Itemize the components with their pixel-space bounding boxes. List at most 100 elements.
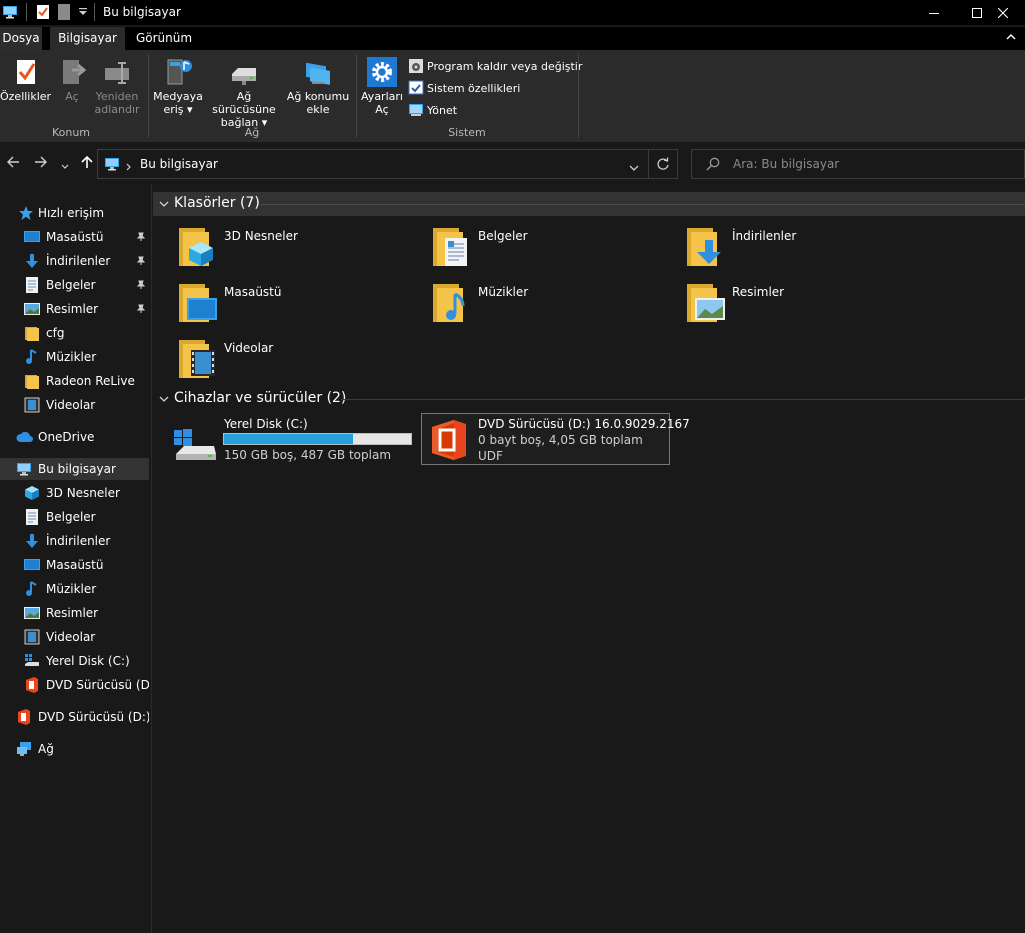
- minimize-button[interactable]: [911, 0, 957, 25]
- download-icon: [24, 533, 40, 549]
- sidebar-item-documents[interactable]: Belgeler: [0, 506, 149, 528]
- tab-file[interactable]: Dosya: [0, 27, 42, 50]
- folder-3d-objects[interactable]: 3D Nesneler: [177, 224, 417, 274]
- computer-icon: [104, 156, 120, 175]
- pin-icon[interactable]: [136, 279, 146, 293]
- sidebar-item-cfg[interactable]: cfg: [0, 322, 149, 344]
- new-folder-quick-icon[interactable]: [58, 4, 71, 23]
- settings-label-1: Ayarları: [361, 90, 403, 103]
- uninstall-program-button[interactable]: Program kaldır veya değiştir: [408, 56, 582, 76]
- desktop-folder-icon: [177, 280, 217, 324]
- pin-icon[interactable]: [136, 231, 146, 245]
- drive-icon: [24, 653, 40, 669]
- pin-icon[interactable]: [136, 255, 146, 269]
- pin-icon[interactable]: [136, 303, 146, 317]
- settings-gear-icon: [366, 56, 398, 88]
- breadcrumb-chevron-icon[interactable]: [126, 160, 132, 174]
- separator-icon: [94, 3, 96, 24]
- sidebar-item-downloads[interactable]: İndirilenler: [0, 250, 149, 272]
- sidebar-item-music[interactable]: Müzikler: [0, 578, 149, 600]
- folder-label: Videolar: [224, 341, 274, 355]
- search-input[interactable]: Ara: Bu bilgisayar: [691, 149, 1025, 179]
- office-icon: [16, 709, 32, 725]
- folder-documents[interactable]: Belgeler: [431, 224, 671, 274]
- recent-locations-chevron-icon[interactable]: [61, 159, 69, 173]
- sidebar-item-documents[interactable]: Belgeler: [0, 274, 149, 296]
- sidebar-item-dvd-drive-root[interactable]: DVD Sürücüsü (D:) 16: [0, 706, 149, 728]
- add-network-location-button[interactable]: Ağ konumu ekle: [286, 56, 350, 116]
- sidebar-item-pictures[interactable]: Resimler: [0, 602, 149, 624]
- add-location-label-1: Ağ konumu: [286, 90, 350, 103]
- cube-folder-icon: [177, 224, 217, 268]
- back-arrow-icon[interactable]: [6, 155, 20, 172]
- open-icon: [56, 56, 88, 88]
- group-header-line: [261, 204, 1025, 205]
- sidebar-item-dvd-drive[interactable]: DVD Sürücüsü (D:) 1: [0, 674, 149, 696]
- sidebar-item-onedrive[interactable]: OneDrive: [0, 426, 149, 448]
- address-bar[interactable]: Bu bilgisayar: [97, 149, 678, 179]
- breadcrumb[interactable]: Bu bilgisayar: [140, 157, 218, 171]
- access-media-button[interactable]: Medyaya eriş ▾: [152, 56, 204, 116]
- sidebar-item-this-pc[interactable]: Bu bilgisayar: [0, 458, 149, 480]
- sidebar-item-network[interactable]: Ağ: [0, 738, 149, 760]
- settings-label-2: Aç: [375, 103, 389, 116]
- properties-quick-icon[interactable]: [36, 4, 50, 23]
- drive-local-disk-c[interactable]: Yerel Disk (C:) 150 GB boş, 487 GB topla…: [170, 414, 416, 466]
- folder-downloads[interactable]: İndirilenler: [685, 224, 925, 274]
- sidebar-item-label: OneDrive: [38, 430, 95, 444]
- sidebar-item-downloads[interactable]: İndirilenler: [0, 530, 149, 552]
- refresh-icon[interactable]: [656, 157, 670, 174]
- sidebar-item-desktop[interactable]: Masaüstü: [0, 554, 149, 576]
- separator-icon: [26, 3, 28, 24]
- up-arrow-icon[interactable]: [80, 155, 94, 172]
- manage-button[interactable]: Yönet: [408, 100, 457, 120]
- folder-icon: [24, 325, 40, 341]
- folder-desktop[interactable]: Masaüstü: [177, 280, 417, 330]
- chevron-up-icon[interactable]: [1005, 31, 1017, 46]
- sidebar-item-label: İndirilenler: [46, 254, 111, 268]
- forward-arrow-icon[interactable]: [34, 155, 48, 172]
- office-icon: [430, 419, 468, 464]
- folder-label: Resimler: [732, 285, 785, 299]
- office-icon: [24, 677, 40, 693]
- tab-computer[interactable]: Bilgisayar: [50, 27, 125, 50]
- sidebar-item-local-disk[interactable]: Yerel Disk (C:): [0, 650, 149, 672]
- open-button[interactable]: Aç: [56, 56, 88, 103]
- group-header-line: [341, 399, 1025, 400]
- customize-quick-access-icon[interactable]: [78, 6, 88, 20]
- sidebar-item-desktop[interactable]: Masaüstü: [0, 226, 149, 248]
- sidebar-item-label: DVD Sürücüsü (D:) 16: [38, 710, 149, 724]
- folder-pictures[interactable]: Resimler: [685, 280, 925, 330]
- folder-music[interactable]: Müzikler: [431, 280, 671, 330]
- tab-view[interactable]: Görünüm: [128, 27, 200, 50]
- chevron-down-icon: [159, 198, 169, 212]
- properties-button[interactable]: Özellikler: [0, 56, 51, 103]
- sidebar-item-label: 3D Nesneler: [46, 486, 120, 500]
- rename-icon: [101, 56, 133, 88]
- pane-divider[interactable]: [151, 184, 152, 933]
- devices-group-header[interactable]: Cihazlar ve sürücüler (2): [153, 387, 1025, 411]
- drive-dvd-d[interactable]: DVD Sürücüsü (D:) 16.0.9029.2167 0 bayt …: [421, 413, 690, 465]
- folders-group-header[interactable]: Klasörler (7): [153, 192, 1025, 216]
- sidebar-item-videos[interactable]: Videolar: [0, 394, 149, 416]
- sidebar-item-label: cfg: [46, 326, 65, 340]
- map-network-drive-button[interactable]: Ağ sürücüsüne bağlan ▾: [204, 56, 284, 129]
- sidebar-item-label: Ağ: [38, 742, 54, 756]
- open-settings-button[interactable]: Ayarları Aç: [360, 56, 404, 116]
- sidebar-item-music[interactable]: Müzikler: [0, 346, 149, 368]
- system-properties-button[interactable]: Sistem özellikleri: [408, 78, 520, 98]
- search-placeholder: Ara: Bu bilgisayar: [733, 157, 840, 171]
- network-location-icon: [302, 56, 334, 88]
- sidebar-item-videos[interactable]: Videolar: [0, 626, 149, 648]
- rename-button[interactable]: Yeniden adlandır: [92, 56, 142, 116]
- drive-usage-bar: [223, 433, 412, 445]
- video-icon: [24, 629, 40, 645]
- sidebar-item-quick-access[interactable]: Hızlı erişim: [0, 202, 149, 224]
- sidebar-item-radeon-relive[interactable]: Radeon ReLive: [0, 370, 149, 392]
- folder-videos[interactable]: Videolar: [177, 336, 417, 386]
- computer-icon[interactable]: [2, 4, 18, 23]
- sidebar-item-pictures[interactable]: Resimler: [0, 298, 149, 320]
- address-dropdown-icon[interactable]: [629, 161, 639, 175]
- close-button[interactable]: [980, 0, 1025, 25]
- sidebar-item-3d-objects[interactable]: 3D Nesneler: [0, 482, 149, 504]
